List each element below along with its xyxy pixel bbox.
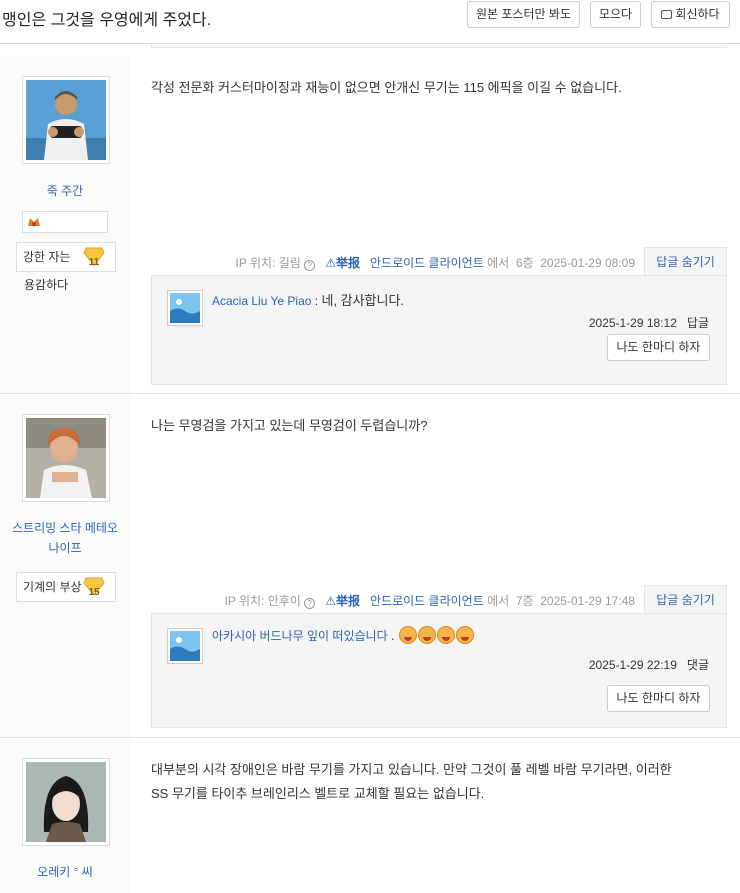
level-number: 15: [88, 587, 100, 598]
collect-button[interactable]: 모으다: [590, 1, 641, 28]
level-badge[interactable]: 기계의 부상 15: [16, 572, 116, 602]
reply-box: Acacia Liu Ye Piao : 네, 감사합니다. 2025-1-29…: [151, 275, 727, 385]
reply-button[interactable]: 회신하다: [651, 1, 730, 28]
level-badge[interactable]: 강한 자는 11: [16, 242, 116, 272]
reply-text: .: [390, 629, 395, 643]
thread-header: 맹인은 그것을 우영에게 주었다. 원본 포스터만 봐도 모으다 회신하다: [0, 0, 740, 44]
add-comment-button[interactable]: 나도 한마디 하자: [607, 685, 710, 712]
avatar-image: [26, 80, 106, 160]
medal-slot: [22, 211, 108, 233]
ip-location: IP 위치: 길림: [235, 256, 301, 270]
reply-box: 아카시아 버드나무 잎이 떠있습니다 . 2025-1-29 22:19 댓글 …: [151, 613, 727, 728]
laugh-emoji: [417, 626, 436, 644]
client-link[interactable]: 안드로이드 클라이언트: [370, 256, 484, 270]
ip-location: IP 위치: 안후이: [224, 594, 301, 608]
hide-replies-button[interactable]: 답글 숨기기: [644, 585, 727, 613]
from-label: 에서: [487, 594, 510, 608]
post-floor-7: 스트리밍 스타 메테오 나이프 기계의 부상 15 나는 무영검을 가지고 있는…: [0, 395, 740, 738]
floor-number: 7층: [515, 594, 534, 608]
from-label: 에서: [487, 256, 510, 270]
post-content-line: SS 무기를 타이추 브레인리스 벨트로 교체할 필요는 없습니다.: [151, 786, 485, 801]
reply-username[interactable]: 아카시아 버드나무 잎이 떠있습니다: [212, 629, 388, 643]
reply-meta: 2025-1-29 22:19 댓글: [589, 656, 709, 673]
author-sidebar: 죽 주간 강한 자는 11 용감하다: [0, 56, 130, 393]
avatar[interactable]: [22, 758, 110, 846]
reply-avatar[interactable]: [167, 290, 203, 326]
post-floor-6: 죽 주간 강한 자는 11 용감하다 각성 전문화 커스터마이징과 재능이 없으…: [0, 56, 740, 394]
level-number: 11: [88, 257, 100, 268]
reply-avatar[interactable]: [167, 628, 203, 664]
post-floor-8: 오레키 ° 씨 대부분의 시각 장애인은 바람 무기를 가지고 있습니다. 만약…: [0, 739, 740, 893]
level-title: 강한 자는: [23, 250, 71, 264]
reply-button-label: 회신하다: [675, 7, 720, 21]
reply-avatar-image: [170, 631, 200, 661]
level-icon: 11: [83, 247, 105, 268]
add-comment-button[interactable]: 나도 한마디 하자: [607, 334, 710, 361]
reply-action-link[interactable]: 댓글: [687, 658, 709, 672]
avatar-image: [26, 762, 106, 842]
post-meta: IP 위치: 안후이 ? ⚠举报 안드로이드 클라이언트 에서 7층 2025-…: [151, 585, 727, 613]
avatar-image: [26, 418, 106, 498]
laugh-emoji: [436, 626, 455, 644]
floor-number: 6층: [515, 256, 534, 270]
reply-line: 아카시아 버드나무 잎이 떠있습니다 .: [212, 626, 474, 644]
medal-icon: [28, 218, 40, 226]
reply-username[interactable]: Acacia Liu Ye Piao: [212, 294, 311, 308]
laugh-emoji: [455, 626, 474, 644]
warning-icon: ⚠: [325, 594, 336, 608]
report-link[interactable]: 举报: [336, 594, 360, 608]
laugh-emoji: [398, 626, 417, 644]
reply-text: 네, 감사합니다.: [321, 293, 405, 308]
reply-icon: [661, 10, 673, 19]
post-content: 각성 전문화 커스터마이징과 재능이 없으면 안개신 무기는 115 에픽을 이…: [151, 80, 622, 95]
hide-replies-button[interactable]: 답글 숨기기: [644, 247, 727, 275]
avatar[interactable]: [22, 76, 110, 164]
post-time: 2025-01-29 08:09: [540, 256, 635, 270]
author-sidebar: 스트리밍 스타 메테오 나이프 기계의 부상 15: [0, 395, 130, 737]
previous-reply-box: [151, 44, 727, 48]
post-content-line: 대부분의 시각 장애인은 바람 무기를 가지고 있습니다. 만약 그것이 풀 레…: [151, 762, 672, 777]
post-content: 나는 무영검을 가지고 있는데 무영검이 두렵습니까?: [151, 418, 428, 433]
question-icon: ?: [304, 260, 316, 271]
reply-time: 2025-1-29 18:12: [588, 316, 677, 330]
reply-action-link[interactable]: 답글: [687, 316, 709, 330]
reply-time: 2025-1-29 22:19: [588, 658, 677, 672]
warning-icon: ⚠: [325, 256, 336, 270]
author-sidebar: 오레키 ° 씨: [0, 739, 130, 893]
level-icon: 15: [83, 577, 105, 598]
post-content: 대부분의 시각 장애인은 바람 무기를 가지고 있습니다. 만약 그것이 풀 레…: [151, 758, 727, 806]
username[interactable]: 오레키 ° 씨: [0, 862, 130, 882]
reply-avatar-image: [170, 293, 200, 323]
post-meta: IP 위치: 길림 ? ⚠举报 안드로이드 클라이언트 에서 6층 2025-0…: [151, 247, 727, 275]
thread-title: 맹인은 그것을 우영에게 주었다.: [2, 12, 212, 29]
only-original-poster-button[interactable]: 원본 포스터만 봐도: [467, 1, 580, 28]
username[interactable]: 스트리밍 스타 메테오 나이프: [0, 518, 130, 558]
reply-line: Acacia Liu Ye Piao : 네, 감사합니다.: [212, 293, 405, 308]
avatar[interactable]: [22, 414, 110, 502]
client-link[interactable]: 안드로이드 클라이언트: [370, 594, 484, 608]
report-link[interactable]: 举报: [336, 256, 360, 270]
post-time: 2025-01-29 17:48: [540, 594, 635, 608]
level-title: 기계의 부상: [23, 580, 82, 594]
question-icon: ?: [304, 598, 316, 609]
username[interactable]: 죽 주간: [0, 181, 130, 201]
badge-subtitle: 용감하다: [24, 278, 69, 292]
reply-meta: 2025-1-29 18:12 답글: [589, 314, 709, 331]
